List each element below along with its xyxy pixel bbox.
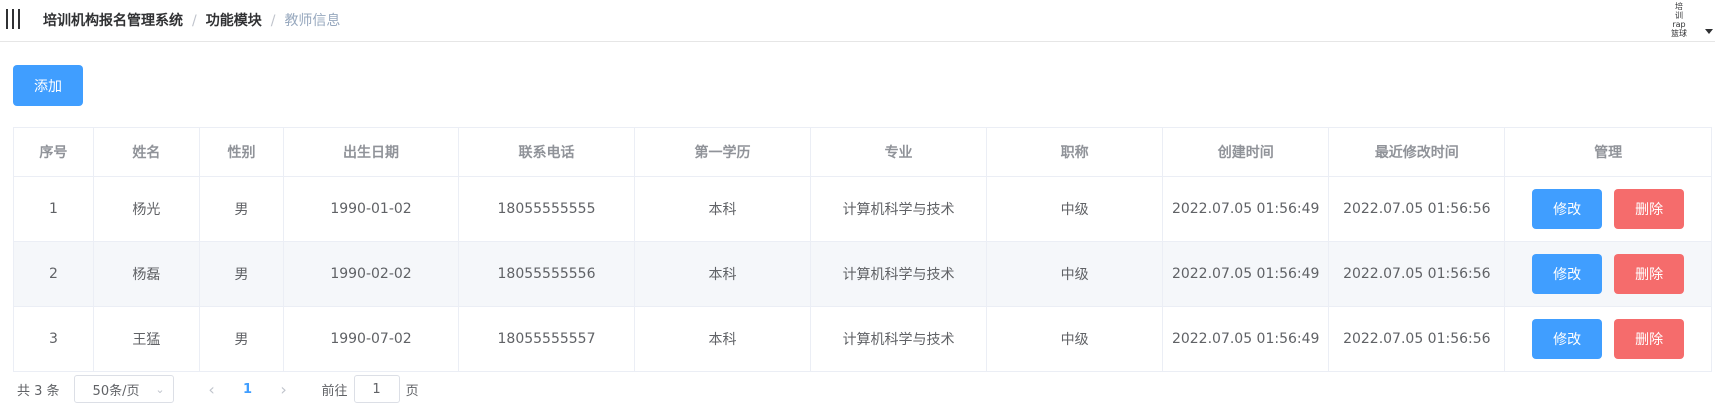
user-line: 训 bbox=[1675, 11, 1683, 20]
cell-phone: 18055555557 bbox=[458, 306, 636, 372]
hamburger-menu-icon[interactable] bbox=[6, 9, 22, 29]
pagination: 共 3 条 50条/页 ⌄ ‹ 1 › 前往 页 bbox=[17, 375, 419, 403]
table-row: 2 杨磊 男 1990-02-02 18055555556 本科 计算机科学与技… bbox=[13, 241, 1712, 307]
user-line: rap bbox=[1672, 20, 1686, 29]
col-header-modified: 最近修改时间 bbox=[1328, 127, 1506, 177]
col-header-birthdate: 出生日期 bbox=[283, 127, 459, 177]
user-line: 培 bbox=[1675, 2, 1683, 11]
cell-birthdate: 1990-01-02 bbox=[283, 176, 459, 242]
cell-major: 计算机科学与技术 bbox=[810, 241, 988, 307]
page-size-select[interactable]: 50条/页 ⌄ bbox=[73, 375, 174, 403]
cell-modified: 2022.07.05 01:56:56 bbox=[1328, 241, 1506, 307]
delete-button[interactable]: 删除 bbox=[1614, 319, 1685, 359]
cell-index: 1 bbox=[13, 176, 94, 242]
page-size-value: 50条/页 bbox=[92, 383, 140, 399]
table-header-row: 序号 姓名 性别 出生日期 联系电话 第一学历 专业 职称 创建时间 最近修改时… bbox=[13, 127, 1712, 177]
breadcrumb-current: 教师信息 bbox=[284, 13, 341, 29]
cell-modified: 2022.07.05 01:56:56 bbox=[1328, 306, 1506, 372]
cell-name: 杨磊 bbox=[93, 241, 200, 307]
col-header-index: 序号 bbox=[13, 127, 94, 177]
table-row: 3 王猛 男 1990-07-02 18055555557 本科 计算机科学与技… bbox=[13, 306, 1712, 372]
cell-birthdate: 1990-07-02 bbox=[283, 306, 459, 372]
edit-button[interactable]: 修改 bbox=[1532, 189, 1603, 229]
cell-created: 2022.07.05 01:56:49 bbox=[1162, 241, 1330, 307]
cell-created: 2022.07.05 01:56:49 bbox=[1162, 306, 1330, 372]
col-header-manage: 管理 bbox=[1504, 127, 1712, 177]
page-number[interactable]: 1 bbox=[230, 382, 266, 397]
breadcrumb: 培训机构报名管理系统 / 功能模块 / 教师信息 bbox=[43, 11, 340, 31]
breadcrumb-separator: / bbox=[270, 13, 276, 29]
edit-button[interactable]: 修改 bbox=[1532, 319, 1603, 359]
teacher-table: 序号 姓名 性别 出生日期 联系电话 第一学历 专业 职称 创建时间 最近修改时… bbox=[13, 127, 1712, 372]
col-header-gender: 性别 bbox=[199, 127, 285, 177]
cell-major: 计算机科学与技术 bbox=[810, 306, 988, 372]
cell-birthdate: 1990-02-02 bbox=[283, 241, 459, 307]
caret-down-icon[interactable] bbox=[1705, 29, 1713, 34]
cell-education: 本科 bbox=[634, 306, 812, 372]
col-header-created: 创建时间 bbox=[1162, 127, 1330, 177]
user-avatar[interactable]: 培 训 rap 篮球 bbox=[1664, 2, 1694, 38]
cell-gender: 男 bbox=[199, 241, 285, 307]
col-header-title: 职称 bbox=[986, 127, 1164, 177]
delete-button[interactable]: 删除 bbox=[1614, 254, 1685, 294]
cell-created: 2022.07.05 01:56:49 bbox=[1162, 176, 1330, 242]
prev-page-icon[interactable]: ‹ bbox=[194, 380, 230, 399]
goto-page-input[interactable] bbox=[353, 375, 400, 403]
col-header-major: 专业 bbox=[810, 127, 988, 177]
cell-title: 中级 bbox=[986, 306, 1164, 372]
cell-phone: 18055555556 bbox=[458, 241, 636, 307]
next-page-icon[interactable]: › bbox=[266, 380, 302, 399]
top-navbar: 培训机构报名管理系统 / 功能模块 / 教师信息 培 训 rap 篮球 bbox=[0, 0, 1715, 42]
cell-title: 中级 bbox=[986, 176, 1164, 242]
goto-prefix: 前往 bbox=[321, 383, 348, 399]
cell-title: 中级 bbox=[986, 241, 1164, 307]
add-button[interactable]: 添加 bbox=[13, 65, 83, 106]
cell-education: 本科 bbox=[634, 241, 812, 307]
page-jumper: 前往 页 bbox=[322, 375, 419, 403]
cell-gender: 男 bbox=[199, 306, 285, 372]
edit-button[interactable]: 修改 bbox=[1532, 254, 1603, 294]
cell-major: 计算机科学与技术 bbox=[810, 176, 988, 242]
cell-education: 本科 bbox=[634, 176, 812, 242]
cell-index: 3 bbox=[13, 306, 94, 372]
cell-index: 2 bbox=[13, 241, 94, 307]
cell-name: 王猛 bbox=[93, 306, 200, 372]
cell-gender: 男 bbox=[199, 176, 285, 242]
pagination-total: 共 3 条 bbox=[17, 383, 60, 399]
cell-actions: 修改 删除 bbox=[1504, 306, 1712, 372]
cell-name: 杨光 bbox=[93, 176, 200, 242]
breadcrumb-module[interactable]: 功能模块 bbox=[206, 11, 262, 31]
cell-actions: 修改 删除 bbox=[1504, 241, 1712, 307]
goto-suffix: 页 bbox=[405, 383, 419, 399]
col-header-education: 第一学历 bbox=[634, 127, 812, 177]
cell-phone: 18055555555 bbox=[458, 176, 636, 242]
table-row: 1 杨光 男 1990-01-02 18055555555 本科 计算机科学与技… bbox=[13, 176, 1712, 242]
cell-actions: 修改 删除 bbox=[1504, 176, 1712, 242]
user-line: 篮球 bbox=[1671, 29, 1687, 38]
breadcrumb-separator: / bbox=[192, 13, 197, 29]
col-header-name: 姓名 bbox=[93, 127, 200, 177]
breadcrumb-home[interactable]: 培训机构报名管理系统 bbox=[43, 11, 183, 31]
chevron-down-icon: ⌄ bbox=[155, 382, 165, 396]
delete-button[interactable]: 删除 bbox=[1614, 189, 1685, 229]
cell-modified: 2022.07.05 01:56:56 bbox=[1328, 176, 1506, 242]
col-header-phone: 联系电话 bbox=[458, 127, 636, 177]
